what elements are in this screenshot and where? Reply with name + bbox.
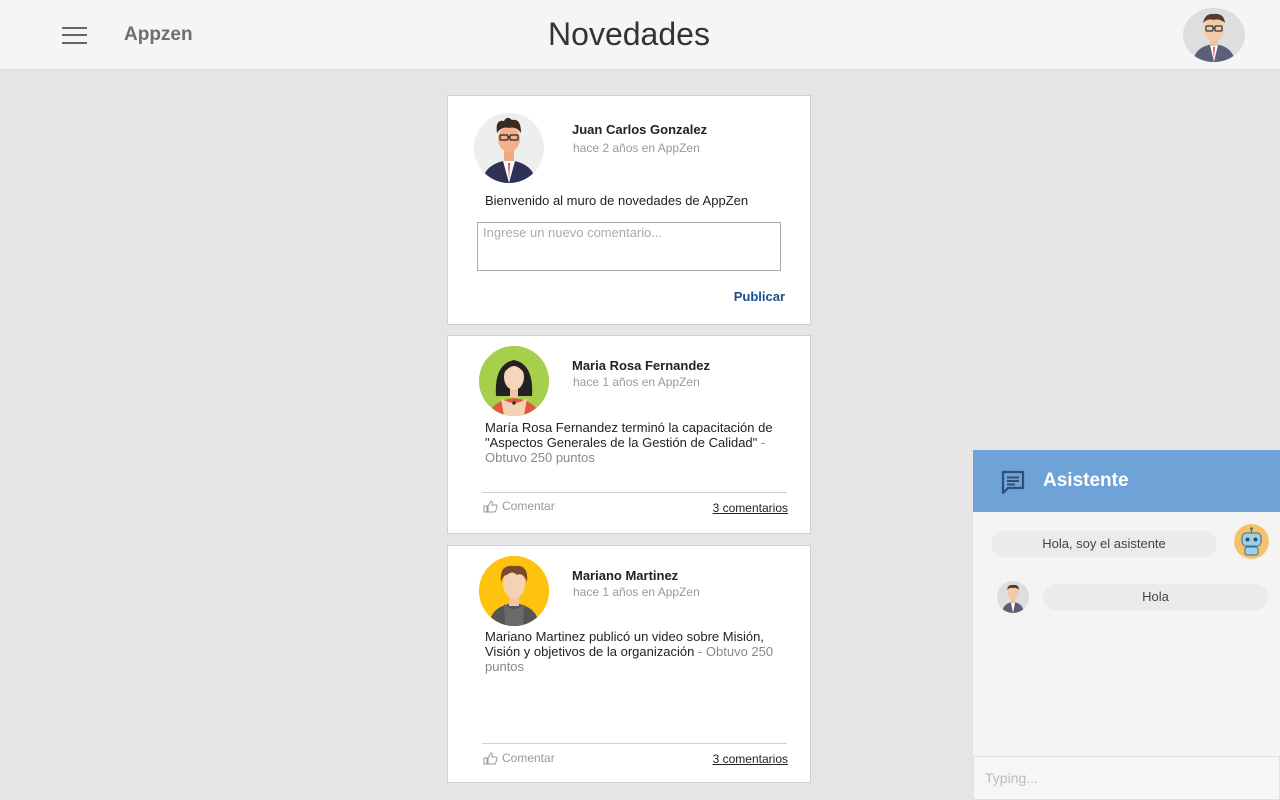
assistant-message-input[interactable] [973, 756, 1280, 800]
bot-message-bubble: Hola, soy el asistente [991, 531, 1217, 557]
post-timestamp: hace 1 años en AppZen [573, 585, 700, 599]
post-text: Mariano Martinez publicó un video sobre … [485, 629, 785, 674]
bot-avatar-icon [1234, 524, 1269, 559]
thumbs-up-icon [483, 751, 498, 764]
comment-label: Comentar [502, 499, 555, 513]
publish-button[interactable]: Publicar [734, 289, 785, 304]
post-timestamp: hace 2 años en AppZen [573, 141, 700, 155]
chat-icon [1001, 470, 1025, 495]
author-avatar [479, 556, 549, 626]
user-message-bubble: Hola [1043, 584, 1268, 610]
user-chat-avatar-icon [997, 581, 1029, 613]
assistant-header[interactable]: Asistente [973, 450, 1280, 512]
post-card: Maria Rosa Fernandez hace 1 años en AppZ… [447, 335, 811, 534]
post-text: Bienvenido al muro de novedades de AppZe… [485, 193, 749, 208]
author-avatar [479, 346, 549, 416]
author-avatar [474, 113, 544, 183]
author-name[interactable]: Mariano Martinez [572, 568, 678, 583]
comment-button[interactable]: Comentar [483, 751, 555, 765]
author-name[interactable]: Maria Rosa Fernandez [572, 358, 710, 373]
comments-count-link[interactable]: 3 comentarios [713, 501, 788, 515]
comments-count-link[interactable]: 3 comentarios [713, 752, 788, 766]
post-divider [482, 743, 787, 744]
thumbs-up-icon [483, 499, 498, 512]
author-name[interactable]: Juan Carlos Gonzalez [572, 122, 707, 137]
assistant-panel: Asistente Hola, soy el asistente Hola [973, 450, 1280, 800]
comment-button[interactable]: Comentar [483, 499, 555, 513]
welcome-post-card: Juan Carlos Gonzalez hace 2 años en AppZ… [447, 95, 811, 325]
user-avatar-icon[interactable] [1183, 8, 1245, 62]
new-comment-input[interactable] [477, 222, 781, 271]
post-card: Mariano Martinez hace 1 años en AppZen M… [447, 545, 811, 783]
comment-label: Comentar [502, 751, 555, 765]
post-text-content: María Rosa Fernandez terminó la capacita… [485, 420, 773, 450]
post-text: María Rosa Fernandez terminó la capacita… [485, 420, 785, 465]
assistant-title: Asistente [1043, 470, 1129, 491]
page-title: Novedades [548, 16, 710, 52]
post-divider [482, 492, 787, 493]
top-bar: Appzen Novedades [0, 0, 1280, 70]
post-timestamp: hace 1 años en AppZen [573, 375, 700, 389]
